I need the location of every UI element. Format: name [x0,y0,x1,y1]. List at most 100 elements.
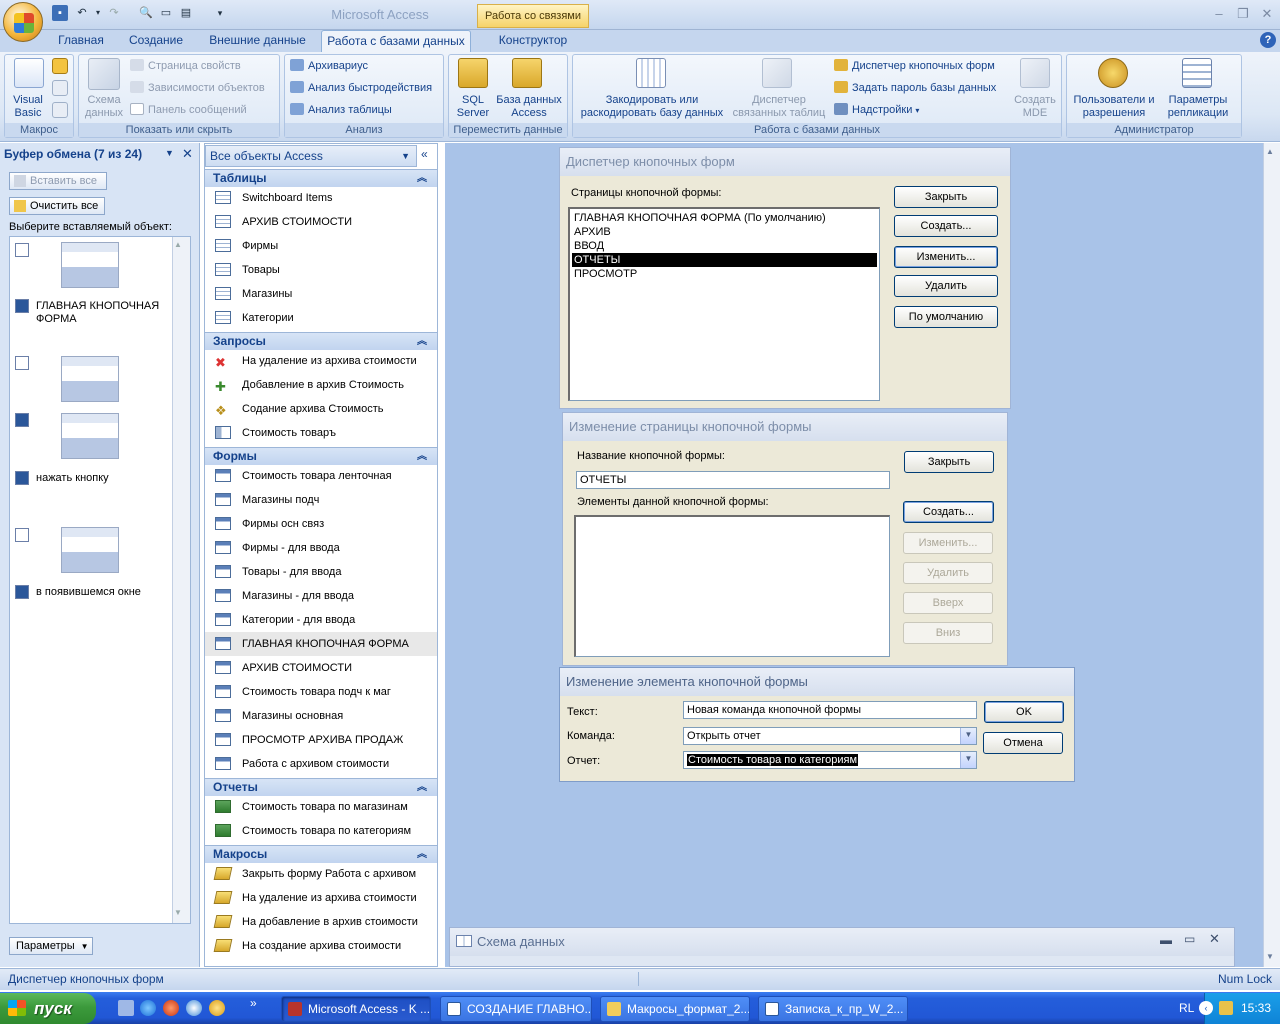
customize-toolbar-icon[interactable]: ▾ [212,5,228,21]
d2-down-button[interactable]: Вниз [903,622,993,644]
nav-item-table[interactable]: Категории [205,306,437,330]
tab-design[interactable]: Конструктор [488,30,578,52]
convert-macro-icon[interactable] [52,80,68,96]
nav-item-table[interactable]: Товары [205,258,437,282]
options-button[interactable]: Параметры ▼ [9,937,93,955]
make-mde-button[interactable]: Создать MDE [1008,94,1062,120]
nav-item-query[interactable]: На удаление из архива стоимости [205,349,437,375]
restore-icon[interactable]: ❐ [1232,5,1254,23]
ok-button[interactable]: OK [984,701,1064,723]
replication-button[interactable]: Параметры репликации [1158,94,1238,120]
nav-section-macros[interactable]: Макросы ︽ [205,845,437,863]
items-listbox[interactable] [574,515,890,657]
help-icon[interactable]: ? [1260,32,1276,48]
cancel-button[interactable]: Отмена [983,732,1063,754]
save-icon[interactable]: ▪ [52,5,68,21]
find-icon[interactable]: 🔍 [138,5,154,21]
clock[interactable]: 15:33 [1241,993,1271,1024]
nav-section-forms[interactable]: Формы ︽ [205,447,437,465]
nav-item-macro[interactable]: Закрыть форму Работа с архивом [205,862,437,886]
nav-section-tables[interactable]: Таблицы ︽ [205,169,437,187]
nav-item-form[interactable]: Работа с архивом стоимости [205,752,437,776]
message-bar-toggle[interactable]: Панель сообщений [130,101,247,119]
language-indicator[interactable]: RL [1179,993,1194,1024]
d1-default-button[interactable]: По умолчанию [894,306,998,328]
page-item[interactable]: ВВОД [572,239,877,253]
task-folder[interactable]: Макросы_формат_2... [600,996,750,1022]
ie-icon[interactable] [140,1000,156,1016]
tray-app-icon[interactable] [1219,1001,1233,1015]
report-select[interactable]: Стоимость товара по категориям ▼ [683,751,977,769]
page-item-selected[interactable]: ОТЧЕТЫ [572,253,877,267]
clip-item-thumbnail[interactable] [61,242,119,288]
run-macro-icon[interactable] [52,58,68,74]
nav-item-form[interactable]: Фирмы осн связ [205,512,437,536]
nav-item-table[interactable]: Фирмы [205,234,437,258]
set-password-button[interactable]: Задать пароль базы данных [834,79,996,97]
schema-maximize-icon[interactable]: ▭ [1184,932,1195,946]
chevron-down-icon[interactable]: ▼ [960,752,976,768]
d1-close-button[interactable]: Закрыть [894,186,998,208]
page-item[interactable]: ПРОСМОТР [572,267,877,281]
dependencies-button[interactable]: Зависимости объектов [130,79,265,97]
nav-item-macro[interactable]: На создание архива стоимости [205,934,437,958]
nav-collapse-icon[interactable]: « [421,147,428,161]
nav-item-form[interactable]: Товары - для ввода [205,560,437,584]
nav-item-form[interactable]: Магазины - для ввода [205,584,437,608]
chevron-down-icon[interactable]: ▼ [960,728,976,744]
schema-button[interactable]: Схема данных [82,94,126,120]
nav-item-form[interactable]: ПРОСМОТР АРХИВА ПРОДАЖ [205,728,437,752]
d1-edit-button[interactable]: Изменить... [894,246,998,268]
clear-all-button[interactable]: Очистить все [9,197,105,215]
clipboard-scrollbar[interactable] [172,237,190,923]
visual-basic-button[interactable]: Visual Basic [6,94,50,120]
nav-item-form[interactable]: Категории - для ввода [205,608,437,632]
nav-item-form[interactable]: Стоимость товара ленточная [205,464,437,488]
clipboard-menu-icon[interactable]: ▼ [165,148,174,158]
performance-analyzer-button[interactable]: Анализ быстродействия [290,79,432,97]
nav-item-macro[interactable]: На добавление в архив стоимости [205,910,437,934]
tab-database-tools[interactable]: Работа с базами данных [321,30,471,53]
nav-item-report[interactable]: Стоимость товара по магазинам [205,795,437,819]
encode-button[interactable]: Закодировать или раскодировать базу данн… [576,94,728,120]
d2-edit-button[interactable]: Изменить... [903,532,993,554]
d1-delete-button[interactable]: Удалить [894,275,998,297]
item-text-input[interactable]: Новая команда кнопочной формы [683,701,977,719]
clip-item-text[interactable]: нажать кнопку [36,472,186,485]
paste-all-button[interactable]: Вставить все [9,172,107,190]
office-button[interactable] [3,2,43,42]
opera-icon[interactable] [163,1000,179,1016]
nav-item-form[interactable]: Фирмы - для ввода [205,536,437,560]
clip-item-thumbnail[interactable] [61,356,119,402]
undo-icon[interactable]: ↶ [74,5,90,21]
nav-item-query[interactable]: Содание архива Стоимость [205,397,437,423]
new-doc-icon[interactable]: ▭ [158,5,174,21]
clipboard-scroll-up-icon[interactable]: ▲ [174,240,182,249]
task-word-2[interactable]: Записка_к_пр_W_2... [758,996,908,1022]
schema-close-icon[interactable]: ✕ [1209,931,1220,947]
nav-item-form[interactable]: Стоимость товара подч к маг [205,680,437,704]
page-item[interactable]: ГЛАВНАЯ КНОПОЧНАЯ ФОРМА (По умолчанию) [572,211,877,225]
archivist-button[interactable]: Архивариус [290,57,368,75]
nav-item-query[interactable]: Добавление в архив Стоимость [205,373,437,399]
clipboard-list[interactable] [9,236,191,924]
properties-button[interactable]: Страница свойств [130,57,241,75]
start-button[interactable]: пуск [0,993,96,1024]
command-select[interactable]: Открыть отчет ▼ [683,727,977,745]
clip-item-text[interactable]: в появившемся окне [36,586,186,599]
macro-misc-icon[interactable] [52,102,68,118]
tab-external-data[interactable]: Внешние данные [200,30,315,52]
quicklaunch-more-icon[interactable]: » [250,996,257,1010]
clipboard-scroll-down-icon[interactable]: ▼ [174,908,182,917]
clipboard-close-icon[interactable]: ✕ [182,146,193,162]
table-analyzer-button[interactable]: Анализ таблицы [290,101,392,119]
scroll-up-icon[interactable]: ▲ [1266,147,1274,156]
nav-header[interactable]: Все объекты Access ▼ [205,145,417,167]
switchboard-name-input[interactable]: ОТЧЕТЫ [576,471,890,489]
scroll-down-icon[interactable]: ▼ [1266,952,1274,961]
nav-item-query[interactable]: Стоимость товаръ [205,421,437,445]
nav-item-form[interactable]: Магазины подч [205,488,437,512]
media-icon[interactable] [209,1000,225,1016]
sql-server-button[interactable]: SQL Server [452,94,494,120]
nav-item-form[interactable]: Магазины основная [205,704,437,728]
